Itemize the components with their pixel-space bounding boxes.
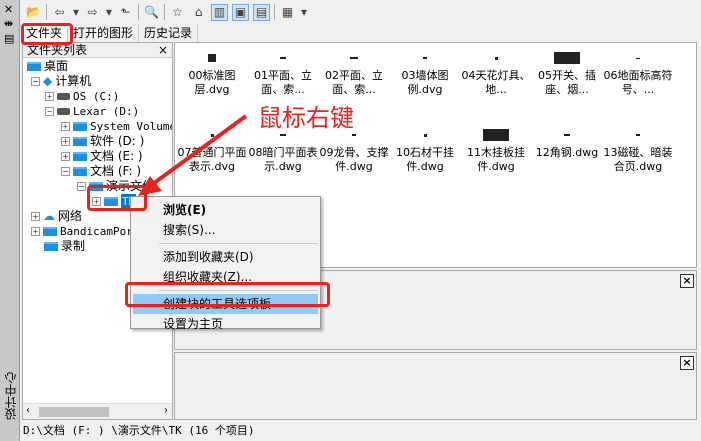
annotation-arrow bbox=[138, 114, 248, 196]
annotation-text: 鼠标右键 bbox=[258, 104, 354, 132]
